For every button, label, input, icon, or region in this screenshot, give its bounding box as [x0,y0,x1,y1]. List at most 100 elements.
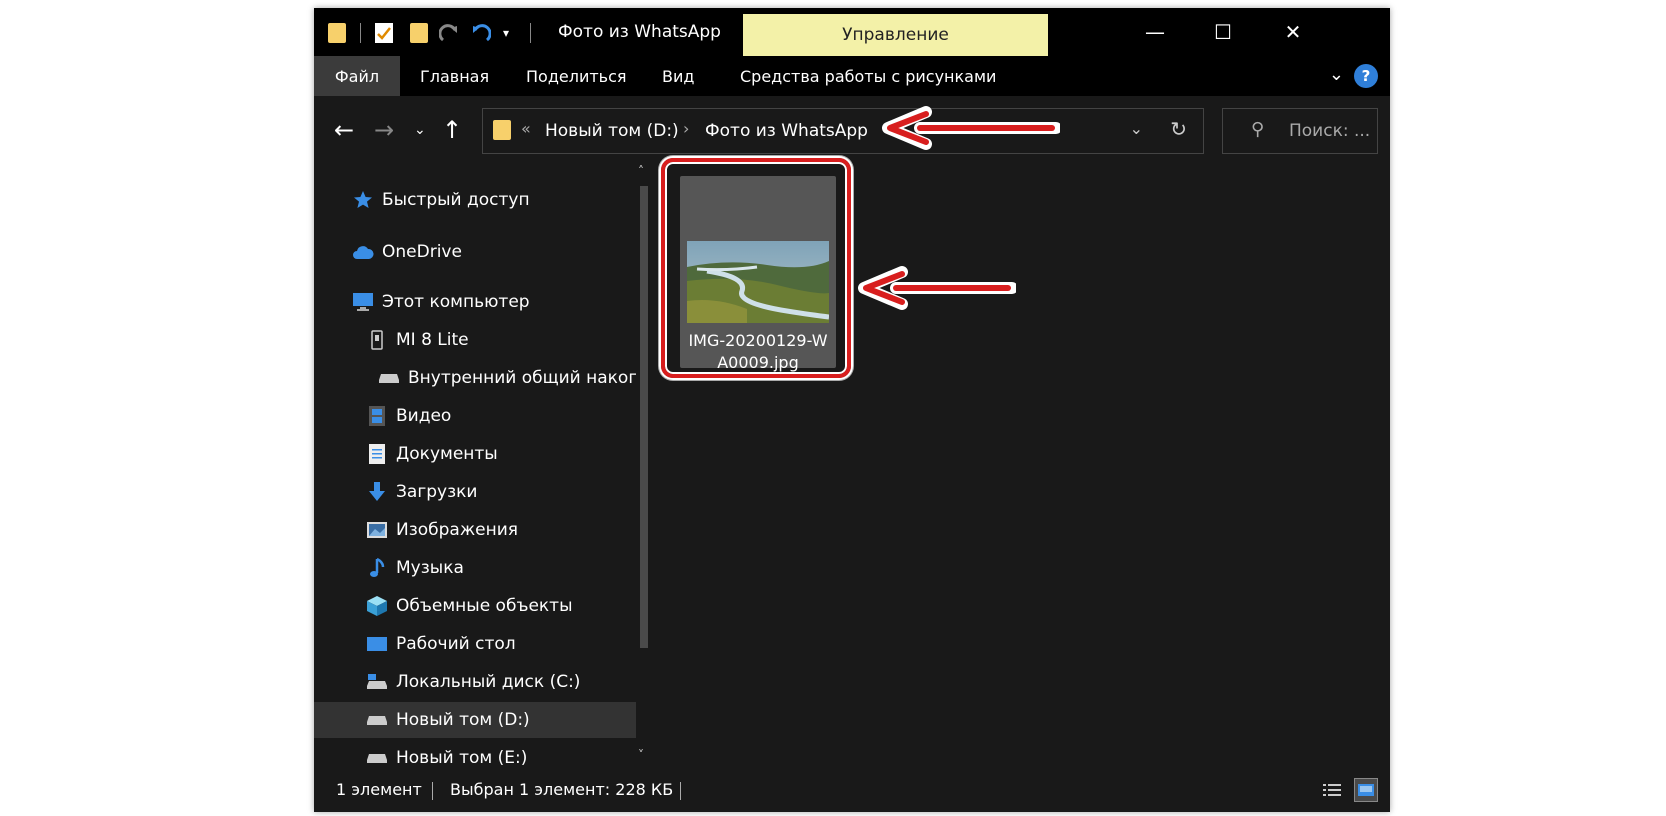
sidebar-item-desktop[interactable]: Рабочий стол [314,626,648,662]
sidebar-item-onedrive[interactable]: OneDrive [314,234,648,270]
drive-icon [366,671,388,693]
video-icon [366,405,388,427]
new-folder-icon[interactable] [408,22,430,44]
sidebar-item-3d-objects[interactable]: Объемные объекты [314,588,648,624]
search-input[interactable] [1287,118,1377,144]
sidebar-item-mi8lite[interactable]: MI 8 Lite [314,322,648,358]
details-view-icon[interactable] [1320,778,1344,802]
undo-icon[interactable] [468,22,492,44]
cloud-icon [352,241,374,263]
refresh-icon[interactable]: ↻ [1170,117,1187,141]
sidebar-item-label: Объемные объекты [396,596,573,616]
pictures-icon [366,519,388,541]
folder-icon[interactable] [326,22,348,44]
tab-file[interactable]: Файл [314,56,400,96]
image-thumbnail [687,241,829,323]
customize-toolbar-icon[interactable]: ▾ [498,22,514,44]
maximize-button[interactable]: ☐ [1200,18,1246,46]
sidebar-item-this-pc[interactable]: Этот компьютер [314,284,648,320]
status-bar: 1 элемент Выбран 1 элемент: 228 КБ [314,768,1390,812]
computer-icon [352,291,374,313]
sidebar-scrollbar[interactable]: ˄ ˅ [636,162,648,768]
sidebar-item-label: Локальный диск (C:) [396,672,581,692]
document-icon [366,443,388,465]
sidebar-item-drive-e[interactable]: Новый том (E:) [314,740,648,768]
redo-icon[interactable] [438,22,462,44]
navigation-pane: Быстрый доступ OneDrive Этот компьютер M… [314,162,648,768]
large-icons-view-icon[interactable] [1354,778,1378,802]
status-separator [432,782,433,800]
breadcrumb-drive-d[interactable]: Новый том (D:) [545,121,679,141]
annotation-arrow-left-icon [858,266,1016,310]
properties-icon[interactable] [372,22,396,44]
status-item-count: 1 элемент [336,780,422,799]
tab-manage[interactable]: Управление [743,14,1048,56]
music-icon [366,557,388,579]
sidebar-item-label: Новый том (E:) [396,748,528,768]
back-arrow-icon[interactable]: ← [334,116,354,144]
sidebar-item-downloads[interactable]: Загрузки [314,474,648,510]
close-button[interactable]: ✕ [1270,18,1316,46]
help-icon[interactable]: ? [1354,64,1378,88]
sidebar-item-internal-storage[interactable]: Внутренний общий накопитель [314,360,648,396]
scroll-down-icon[interactable]: ˅ [638,748,644,762]
drive-icon [378,367,400,389]
download-icon [366,481,388,503]
sidebar-item-music[interactable]: Музыка [314,550,648,586]
window-title: Фото из WhatsApp [558,22,721,42]
scrollbar-thumb[interactable] [640,186,648,648]
file-item[interactable]: IMG-20200129-W A0009.jpg [680,176,836,372]
explorer-window: ▾ Фото из WhatsApp Управление — ☐ ✕ Файл… [314,8,1390,812]
scroll-up-icon[interactable]: ˄ [638,164,644,178]
status-separator [680,782,681,800]
sidebar-item-label: Видео [396,406,452,426]
drive-icon [366,747,388,768]
tab-share[interactable]: Поделиться [526,56,627,96]
sidebar-item-quick-access[interactable]: Быстрый доступ [314,182,648,218]
search-box[interactable]: ⚲ [1222,108,1378,154]
sidebar-item-label: Документы [396,444,498,464]
desktop-icon [366,633,388,655]
breadcrumb-overflow[interactable]: « [521,119,531,138]
folder-icon [493,120,511,140]
sidebar-item-label: Изображения [396,520,519,540]
sidebar-item-label: Этот компьютер [382,292,530,312]
file-list: IMG-20200129-W A0009.jpg [656,158,1390,768]
sidebar-item-label: Быстрый доступ [382,190,530,210]
annotation-arrow-left-icon [882,106,1060,150]
file-name: IMG-20200129-W A0009.jpg [688,331,828,372]
sidebar-item-label: Новый том (D:) [396,710,530,730]
sidebar-item-label: MI 8 Lite [396,330,469,350]
tab-view[interactable]: Вид [662,56,694,96]
tab-home[interactable]: Главная [420,56,489,96]
search-icon: ⚲ [1251,119,1265,140]
tab-picture-tools[interactable]: Средства работы с рисунками [740,56,996,96]
navigation-bar: ← → ⌄ ↑ « Новый том (D:) › Фото из Whats… [314,96,1390,162]
cube-icon [366,595,388,617]
sidebar-item-label: Загрузки [396,482,478,502]
status-selection: Выбран 1 элемент: 228 КБ [450,780,674,799]
sidebar-item-label: Рабочий стол [396,634,516,654]
ribbon: Файл Главная Поделиться Вид Средства раб… [314,56,1390,96]
star-icon [352,189,374,211]
recent-locations-icon[interactable]: ⌄ [414,122,426,138]
sidebar-item-pictures[interactable]: Изображения [314,512,648,548]
sidebar-item-label: OneDrive [382,242,462,262]
breadcrumb-separator[interactable]: › [683,119,689,138]
chevron-down-icon[interactable]: ⌄ [1329,64,1344,85]
sidebar-item-video[interactable]: Видео [314,398,648,434]
toolbar-separator [528,22,532,44]
minimize-button[interactable]: — [1132,18,1178,46]
forward-arrow-icon[interactable]: → [374,116,394,144]
breadcrumb-whatsapp-folder[interactable]: Фото из WhatsApp [705,121,868,141]
address-bar[interactable]: « Новый том (D:) › Фото из WhatsApp ⌄ ↻ [482,108,1204,154]
sidebar-item-drive-d[interactable]: Новый том (D:) [314,702,636,738]
toolbar-separator [358,22,362,44]
sidebar-item-drive-c[interactable]: Локальный диск (C:) [314,664,648,700]
drive-icon [366,709,388,731]
sidebar-item-label: Внутренний общий накопитель [408,368,648,388]
up-arrow-icon[interactable]: ↑ [442,116,462,144]
phone-icon [366,329,388,351]
chevron-down-icon[interactable]: ⌄ [1130,119,1143,138]
sidebar-item-documents[interactable]: Документы [314,436,648,472]
